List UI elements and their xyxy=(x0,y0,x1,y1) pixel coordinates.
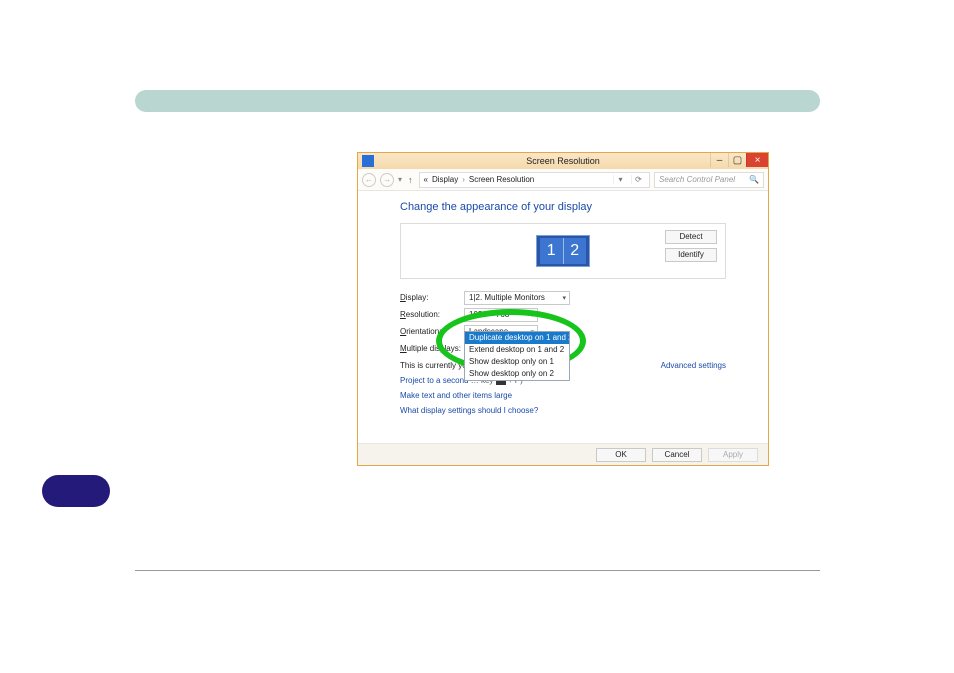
search-input[interactable]: Search Control Panel 🔍 xyxy=(654,172,764,188)
multiple-label: ultiple displays: xyxy=(407,344,461,353)
display-select-value: 1|2. Multiple Monitors xyxy=(469,293,545,302)
nav-dropdown-icon[interactable]: ▾ xyxy=(398,175,402,184)
cancel-button[interactable]: Cancel xyxy=(652,448,702,462)
chevron-right-icon: › xyxy=(462,175,465,184)
monitor-1-label: 1 xyxy=(540,238,563,264)
ok-button[interactable]: OK xyxy=(596,448,646,462)
dropdown-option-only1[interactable]: Show desktop only on 1 xyxy=(465,356,569,368)
chevron-down-icon: ▾ xyxy=(530,311,534,319)
nav-forward-button[interactable]: → xyxy=(380,173,394,187)
dropdown-option-only2[interactable]: Show desktop only on 2 xyxy=(465,368,569,380)
breadcrumb-seg-resolution[interactable]: Screen Resolution xyxy=(469,175,534,184)
identify-button[interactable]: Identify xyxy=(665,248,717,262)
resolution-label: esolution: xyxy=(406,310,440,319)
content-area: Change the appearance of your display 1 … xyxy=(358,191,768,443)
chevron-down-icon: ▾ xyxy=(562,294,566,302)
decorative-pill xyxy=(42,475,110,507)
page-title: Change the appearance of your display xyxy=(400,201,726,213)
apply-button[interactable]: Apply xyxy=(708,448,758,462)
window-title: Screen Resolution xyxy=(358,156,768,166)
display-preview-panel[interactable]: 1 2 Detect Identify xyxy=(400,223,726,279)
dialog-footer: OK Cancel Apply xyxy=(358,443,768,465)
display-row: Display: 1|2. Multiple Monitors ▾ xyxy=(400,289,726,306)
refresh-button[interactable]: ⟳ xyxy=(631,175,645,184)
resolution-select-value: 1024 × 768 xyxy=(469,310,509,319)
nav-back-button[interactable]: ← xyxy=(362,173,376,187)
multiple-displays-dropdown[interactable]: Duplicate desktop on 1 and 2 Extend desk… xyxy=(464,331,570,381)
search-placeholder: Search Control Panel xyxy=(659,175,735,184)
project-link-text: Project to a second xyxy=(400,376,468,385)
monitor-2-label: 2 xyxy=(564,238,587,264)
resolution-row: Resolution: 1024 × 768 ▾ xyxy=(400,306,726,323)
orientation-label: rientation: xyxy=(406,327,441,336)
text-size-link[interactable]: Make text and other items large xyxy=(400,391,726,400)
advanced-settings-link[interactable]: Advanced settings xyxy=(661,361,726,370)
window-titlebar[interactable]: Screen Resolution – ▢ × xyxy=(358,153,768,169)
dropdown-option-extend[interactable]: Extend desktop on 1 and 2 xyxy=(465,344,569,356)
dropdown-option-duplicate[interactable]: Duplicate desktop on 1 and 2 xyxy=(465,332,569,344)
close-button[interactable]: × xyxy=(746,153,768,167)
search-icon: 🔍 xyxy=(749,175,759,184)
breadcrumb-root-chevrons: « xyxy=(424,175,428,184)
screen-resolution-window: Screen Resolution – ▢ × ← → ▾ ↑ « Displa… xyxy=(357,152,769,466)
window-controls: – ▢ × xyxy=(710,153,768,167)
resolution-select[interactable]: 1024 × 768 ▾ xyxy=(464,308,538,322)
nav-up-button[interactable]: ↑ xyxy=(406,175,415,185)
monitor-thumbnail[interactable]: 1 2 xyxy=(536,235,590,267)
detect-button[interactable]: Detect xyxy=(665,230,717,244)
explorer-navbar: ← → ▾ ↑ « Display › Screen Resolution ▾ … xyxy=(358,169,768,191)
multiple-label-accel: M xyxy=(400,344,407,353)
breadcrumb-seg-display[interactable]: Display xyxy=(432,175,458,184)
horizontal-divider xyxy=(135,570,820,571)
display-select[interactable]: 1|2. Multiple Monitors ▾ xyxy=(464,291,570,305)
display-label: isplay: xyxy=(406,293,429,302)
decorative-banner xyxy=(135,90,820,112)
maximize-button[interactable]: ▢ xyxy=(728,153,746,167)
breadcrumb[interactable]: « Display › Screen Resolution ▾ ⟳ xyxy=(419,172,650,188)
minimize-button[interactable]: – xyxy=(710,153,728,167)
breadcrumb-history-icon[interactable]: ▾ xyxy=(613,175,627,184)
which-settings-link[interactable]: What display settings should I choose? xyxy=(400,406,726,415)
